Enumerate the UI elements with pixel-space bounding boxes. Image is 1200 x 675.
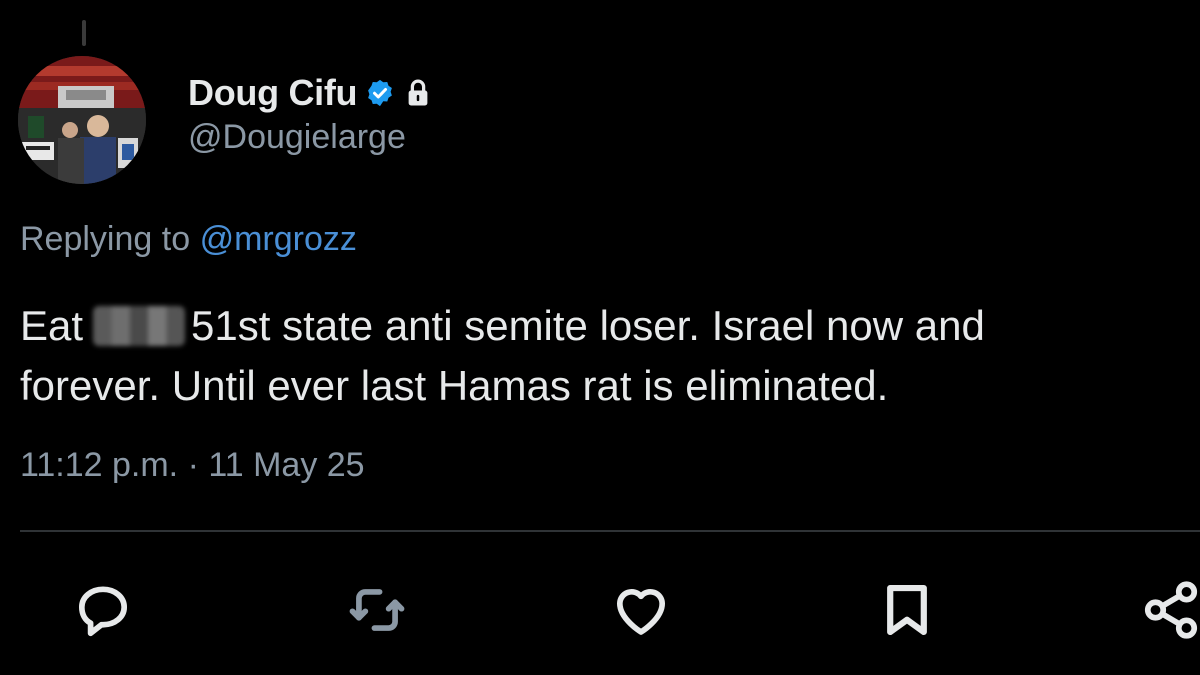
author-name-row: Doug Cifu [188, 70, 431, 116]
tweet-text-start: Eat [20, 302, 84, 349]
author-handle[interactable]: @Dougielarge [188, 118, 431, 157]
reply-button[interactable] [68, 575, 138, 645]
censored-word-blur [93, 306, 186, 346]
like-button[interactable] [606, 575, 676, 645]
replying-to-mention-link[interactable]: @mrgrozz [200, 220, 357, 258]
share-icon [1144, 581, 1198, 639]
tweet-author: Doug Cifu @Dougielarge [188, 70, 431, 157]
tweet-text-line2: forever. Until ever last Hamas rat is el… [20, 362, 889, 409]
share-button[interactable] [1136, 575, 1200, 645]
reply-icon [78, 586, 128, 637]
divider [20, 530, 1200, 532]
verified-badge-icon [368, 79, 393, 107]
tweet-text-line1-rest: 51st state anti semite loser. Israel now… [191, 302, 985, 349]
tweet-timestamp[interactable]: 11:12 p.m. · 11 May 25 [20, 446, 365, 485]
author-display-name[interactable]: Doug Cifu [188, 72, 358, 114]
repost-icon [349, 589, 405, 631]
bookmark-icon [887, 584, 927, 636]
replying-to-label: Replying to [20, 220, 191, 258]
lock-icon [408, 79, 428, 106]
tweet-text: Eat 51st state anti semite loser. Israel … [20, 296, 1180, 416]
replying-to: Replying to @mrgrozz [20, 220, 357, 259]
avatar[interactable] [18, 56, 146, 184]
heart-icon [616, 588, 666, 635]
avatar-photo [18, 56, 146, 184]
action-bar [0, 575, 1200, 645]
thread-connector-line [82, 20, 86, 46]
repost-button[interactable] [342, 575, 412, 645]
bookmark-button[interactable] [872, 575, 942, 645]
